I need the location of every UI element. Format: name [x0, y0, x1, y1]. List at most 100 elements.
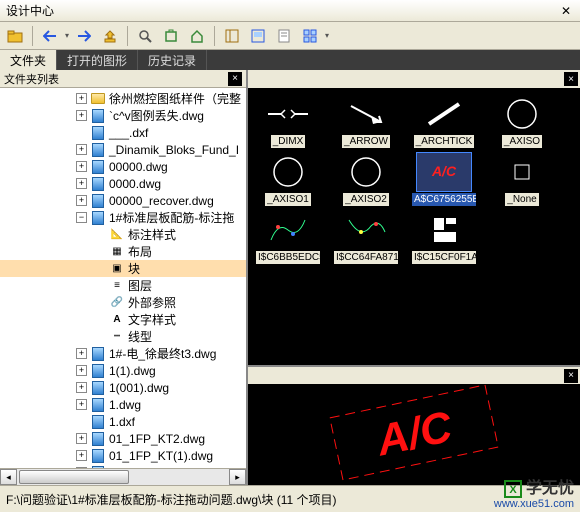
scroll-left-button[interactable]: ◂: [0, 469, 17, 485]
layout-icon: ▦: [109, 245, 125, 259]
block-thumbnail[interactable]: _AXISO1: [256, 152, 320, 206]
tree-item-label: `c^v图例丢失.dwg: [109, 107, 204, 124]
expand-icon[interactable]: +: [76, 161, 87, 172]
tree-item-selected: ▣块: [0, 260, 246, 277]
watermark-url: www.xue51.com: [494, 498, 574, 510]
tab-open-drawings[interactable]: 打开的图形: [57, 50, 138, 70]
tree-view-button[interactable]: [221, 25, 243, 47]
tree-item-label: 00000.dwg: [109, 160, 168, 174]
watermark-logo-icon: X: [504, 480, 522, 498]
forward-button[interactable]: [73, 25, 95, 47]
tab-folders[interactable]: 文件夹: [0, 50, 57, 70]
thumbnail-label: _AXISO: [502, 135, 542, 148]
dwg-icon: [92, 109, 104, 123]
block-thumbnail[interactable]: _AXISO2: [334, 152, 398, 206]
block-thumbnail[interactable]: _DIMX: [256, 94, 320, 148]
favorites-button[interactable]: [160, 25, 182, 47]
watermark: X学无忧 www.xue51.com: [494, 474, 574, 510]
preview-image: A/C: [248, 368, 580, 485]
tab-bar: 文件夹 打开的图形 历史记录: [0, 50, 580, 70]
block-thumbnail[interactable]: _AXISO: [490, 94, 554, 148]
preview-panel: × A/C: [248, 365, 580, 485]
content-close-icon[interactable]: ×: [564, 72, 578, 86]
block-thumbnail[interactable]: I$C6BB5EDC5: [256, 210, 320, 264]
block-thumbnail[interactable]: I$C15CF0F1A: [412, 210, 476, 264]
expand-icon[interactable]: +: [76, 433, 87, 444]
scroll-thumb[interactable]: [19, 470, 129, 484]
toolbar: ▾ ▾: [0, 22, 580, 50]
title-bar: 设计中心 ✕: [0, 0, 580, 22]
xref-icon: 🔗: [109, 296, 125, 310]
back-button[interactable]: [39, 25, 61, 47]
dwg-icon: [92, 381, 104, 395]
tree-item-label: 块: [128, 260, 140, 277]
preview-button[interactable]: [247, 25, 269, 47]
folder-tree-panel: 文件夹列表 × +徐州燃控图纸样件（完整 +`c^v图例丢失.dwg ___.d…: [0, 70, 248, 485]
block-thumbnail[interactable]: I$CC64FA871: [334, 210, 398, 264]
tree-item-label: 1.dxf: [109, 415, 135, 429]
content-panel: × _DIMX _ARROW _ARCHTICK _AXISO _AXISO1 …: [248, 70, 580, 485]
expand-icon[interactable]: +: [76, 93, 87, 104]
layer-icon: ≡: [109, 279, 125, 293]
block-thumbnail[interactable]: _ARCHTICK: [412, 94, 476, 148]
svg-text:A/C: A/C: [372, 403, 457, 466]
block-thumbnail[interactable]: _None: [490, 152, 554, 206]
thumbnail-label: _None: [505, 193, 538, 206]
tree-item-label: 外部参照: [128, 294, 176, 311]
home-button[interactable]: [186, 25, 208, 47]
tree-item-label: 文字样式: [128, 311, 176, 328]
tree-item-label: 01_1FP_KT2.dwg: [109, 432, 205, 446]
block-thumbnail-selected[interactable]: A/CA$C6756255E: [412, 152, 476, 206]
preview-close-icon[interactable]: ×: [564, 369, 578, 383]
expand-icon[interactable]: +: [76, 178, 87, 189]
tree-item-label: 标注样式: [128, 226, 176, 243]
watermark-title: 学无忧: [526, 480, 574, 497]
panel-close-icon[interactable]: ×: [228, 72, 242, 86]
folder-tree[interactable]: +徐州燃控图纸样件（完整 +`c^v图例丢失.dwg ___.dxf +_Din…: [0, 88, 246, 468]
expand-icon[interactable]: +: [76, 365, 87, 376]
dimstyle-icon: 📐: [109, 228, 125, 242]
thumbnail-label: _AXISO1: [265, 193, 311, 206]
expand-icon[interactable]: +: [76, 467, 87, 468]
collapse-icon[interactable]: −: [76, 212, 87, 223]
dwg-icon: [92, 160, 104, 174]
tree-item-label: 1#-电_徐最终t3.dwg: [109, 345, 216, 362]
search-button[interactable]: [134, 25, 156, 47]
tree-item-label: 图层: [128, 277, 152, 294]
dwg-icon: [92, 177, 104, 191]
tab-history[interactable]: 历史记录: [138, 50, 207, 70]
dwg-icon: [92, 398, 104, 412]
expand-icon[interactable]: +: [76, 399, 87, 410]
dwg-icon: [92, 194, 104, 208]
views-button[interactable]: [299, 25, 321, 47]
expand-icon[interactable]: +: [76, 382, 87, 393]
block-grid: _DIMX _ARROW _ARCHTICK _AXISO _AXISO1 _A…: [248, 88, 580, 363]
block-thumbnail[interactable]: _ARROW: [334, 94, 398, 148]
expand-icon[interactable]: +: [76, 195, 87, 206]
tree-item-label: 徐州燃控图纸样件（完整: [109, 90, 241, 107]
tree-item-label: 布局: [128, 243, 152, 260]
dwg-icon: [92, 364, 104, 378]
up-button[interactable]: [99, 25, 121, 47]
close-icon[interactable]: ✕: [558, 3, 574, 19]
expand-icon[interactable]: +: [76, 450, 87, 461]
horizontal-scrollbar[interactable]: ◂ ▸: [0, 468, 246, 485]
expand-icon[interactable]: +: [76, 110, 87, 121]
dwg-icon: [92, 466, 104, 469]
linetype-icon: ┅: [109, 330, 125, 344]
thumbnail-label: I$C15CF0F1A: [412, 251, 476, 264]
dwg-icon: [92, 432, 104, 446]
dwg-icon: [92, 211, 104, 225]
expand-icon[interactable]: +: [76, 348, 87, 359]
expand-icon[interactable]: +: [76, 144, 87, 155]
open-folder-button[interactable]: [4, 25, 26, 47]
textstyle-icon: A: [109, 313, 125, 327]
status-text: F:\问题验证\1#标准层板配筋-标注拖动问题.dwg\块 (11 个项目): [6, 491, 336, 508]
tree-item-label: 1(1).dwg: [109, 364, 156, 378]
scroll-right-button[interactable]: ▸: [229, 469, 246, 485]
description-button[interactable]: [273, 25, 295, 47]
tree-item-label: 1.dwg: [109, 398, 141, 412]
block-icon: ▣: [109, 262, 125, 276]
dwg-icon: [92, 143, 104, 157]
thumbnail-label: A$C6756255E: [412, 193, 476, 206]
